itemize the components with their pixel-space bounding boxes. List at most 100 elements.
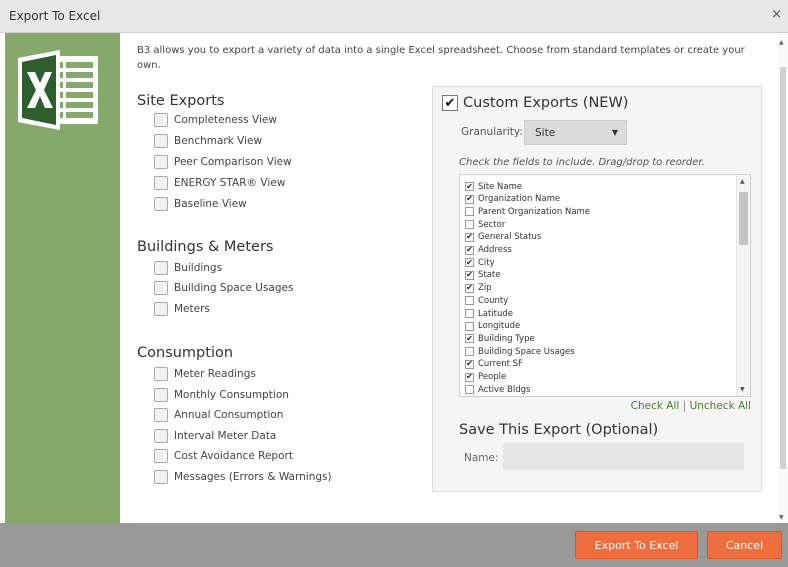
- checkbox[interactable]: [154, 302, 168, 316]
- option-peer-comparison-view[interactable]: Peer Comparison View: [154, 154, 292, 170]
- fields-list[interactable]: ▲ ▼ ✔ Site Name ✔ Organization Name Parent O…: [459, 174, 751, 397]
- checkbox[interactable]: [154, 113, 168, 127]
- option-annual-consumption[interactable]: Annual Consumption: [154, 407, 283, 423]
- checked-checkbox[interactable]: ✔: [465, 194, 474, 204]
- granularity-value: Site: [535, 127, 556, 139]
- checkbox[interactable]: [465, 321, 474, 331]
- checkbox[interactable]: [154, 176, 168, 190]
- export-to-excel-button[interactable]: Export To Excel: [575, 531, 698, 559]
- scroll-up-icon[interactable]: ▲: [740, 178, 745, 185]
- checkbox[interactable]: [465, 309, 474, 318]
- checkbox[interactable]: [465, 385, 474, 395]
- checked-checkbox[interactable]: ✔: [465, 359, 474, 369]
- section-title-buildings-meters: Buildings & Meters: [137, 239, 274, 255]
- checked-checkbox[interactable]: ✔: [465, 245, 474, 255]
- checkbox[interactable]: [154, 429, 168, 443]
- option-interval-meter-data[interactable]: Interval Meter Data: [154, 428, 276, 444]
- checkbox[interactable]: [154, 155, 168, 169]
- checkbox[interactable]: [154, 281, 168, 295]
- fields-scrollbar[interactable]: ▲ ▼: [736, 175, 750, 396]
- option-benchmark-view[interactable]: Benchmark View: [154, 133, 262, 149]
- uncheck-all-link[interactable]: Uncheck All: [690, 400, 751, 412]
- granularity-select[interactable]: Site ▼: [524, 120, 627, 145]
- field-label: Current SF: [478, 359, 523, 370]
- option-building-space-usages[interactable]: Building Space Usages: [154, 280, 293, 296]
- excel-icon: [18, 50, 98, 130]
- field-label: Longitude: [478, 321, 521, 332]
- checked-checkbox[interactable]: ✔: [465, 334, 474, 344]
- option-messages[interactable]: Messages (Errors & Warnings): [154, 469, 332, 485]
- checkbox[interactable]: [154, 388, 168, 402]
- field-item[interactable]: ✔ People: [465, 371, 506, 384]
- field-item[interactable]: Sector: [465, 218, 505, 231]
- checkbox[interactable]: [465, 207, 474, 217]
- custom-exports-checkbox[interactable]: ✔: [442, 95, 458, 111]
- checkbox[interactable]: [154, 261, 168, 275]
- field-label: County: [478, 295, 509, 306]
- checkbox[interactable]: [154, 470, 168, 484]
- cancel-button[interactable]: Cancel: [707, 531, 782, 559]
- field-item[interactable]: ✔ Zip: [465, 282, 492, 295]
- custom-exports-title: Custom Exports (NEW): [463, 95, 629, 111]
- field-label: Building Type: [478, 333, 535, 344]
- custom-exports-header[interactable]: ✔ Custom Exports (NEW): [442, 95, 628, 111]
- field-item[interactable]: Building Space Usages: [465, 345, 575, 358]
- checkbox[interactable]: [465, 220, 474, 230]
- scroll-thumb[interactable]: [739, 192, 748, 245]
- field-item[interactable]: Active Bldgs: [465, 383, 530, 396]
- field-item[interactable]: ✔ City: [465, 256, 495, 269]
- check-all-link[interactable]: Check All: [631, 400, 680, 412]
- fields-hint: Check the fields to include. Drag/drop t…: [459, 157, 705, 168]
- dialog-title: Export To Excel: [9, 9, 101, 23]
- checkbox[interactable]: [465, 347, 474, 357]
- checked-checkbox[interactable]: ✔: [465, 372, 474, 382]
- checkbox[interactable]: [154, 408, 168, 422]
- field-label: Building Space Usages: [478, 346, 575, 357]
- dialog-footer: Export To Excel Cancel: [0, 523, 788, 567]
- checkbox[interactable]: [154, 367, 168, 381]
- field-label: State: [478, 270, 501, 281]
- link-separator: |: [682, 400, 687, 412]
- option-cost-avoidance-report[interactable]: Cost Avoidance Report: [154, 448, 293, 464]
- section-title-site-exports: Site Exports: [137, 93, 225, 109]
- checked-checkbox[interactable]: ✔: [465, 232, 474, 242]
- field-item[interactable]: ✔ Site Name: [465, 180, 522, 193]
- field-label: Organization Name: [478, 194, 561, 205]
- name-input[interactable]: [503, 443, 744, 470]
- scroll-up-icon[interactable]: ▲: [779, 39, 784, 46]
- scroll-thumb[interactable]: [780, 67, 786, 469]
- option-energy-star-view[interactable]: ENERGY STAR® View: [154, 175, 285, 191]
- dropdown-arrow-icon: ▼: [611, 128, 618, 137]
- field-item[interactable]: ✔ State: [465, 269, 501, 282]
- option-meter-readings[interactable]: Meter Readings: [154, 366, 256, 382]
- checked-checkbox[interactable]: ✔: [465, 270, 474, 280]
- checkbox[interactable]: [154, 134, 168, 148]
- checkbox[interactable]: [465, 296, 474, 306]
- field-label: City: [478, 257, 495, 268]
- field-label: Zip: [478, 283, 492, 294]
- checkbox[interactable]: [154, 197, 168, 211]
- field-item[interactable]: Latitude: [465, 307, 513, 320]
- field-item[interactable]: ✔ General Status: [465, 231, 541, 244]
- field-item[interactable]: County: [465, 294, 508, 307]
- dialog-scrollbar[interactable]: ▲ ▼: [778, 33, 788, 523]
- checked-checkbox[interactable]: ✔: [465, 182, 474, 191]
- field-item[interactable]: ✔ Building Type: [465, 332, 535, 345]
- field-item[interactable]: Longitude: [465, 320, 520, 333]
- close-icon[interactable]: ×: [771, 7, 782, 22]
- checked-checkbox[interactable]: ✔: [465, 283, 474, 293]
- field-item[interactable]: ✔ Address: [465, 244, 512, 257]
- field-item[interactable]: ✔ Current SF: [465, 358, 523, 371]
- field-item[interactable]: Parent Organization Name: [465, 205, 590, 218]
- option-buildings[interactable]: Buildings: [154, 260, 222, 276]
- option-baseline-view[interactable]: Baseline View: [154, 196, 247, 212]
- option-monthly-consumption[interactable]: Monthly Consumption: [154, 387, 289, 403]
- scroll-down-icon[interactable]: ▼: [779, 514, 784, 521]
- field-item[interactable]: ✔ Organization Name: [465, 193, 560, 206]
- option-completeness-view[interactable]: Completeness View: [154, 112, 277, 128]
- granularity-label: Granularity:: [461, 126, 523, 138]
- scroll-down-icon[interactable]: ▼: [740, 386, 745, 393]
- checkbox[interactable]: [154, 449, 168, 463]
- option-meters[interactable]: Meters: [154, 301, 210, 317]
- checked-checkbox[interactable]: ✔: [465, 258, 474, 268]
